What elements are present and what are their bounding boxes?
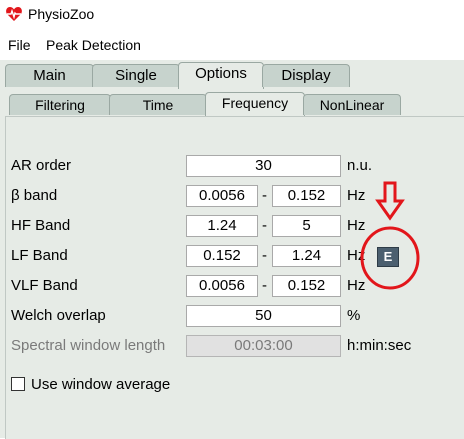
down-arrow-icon bbox=[375, 181, 405, 221]
highlight-circle bbox=[360, 226, 420, 290]
annotation-overlay bbox=[360, 181, 420, 290]
